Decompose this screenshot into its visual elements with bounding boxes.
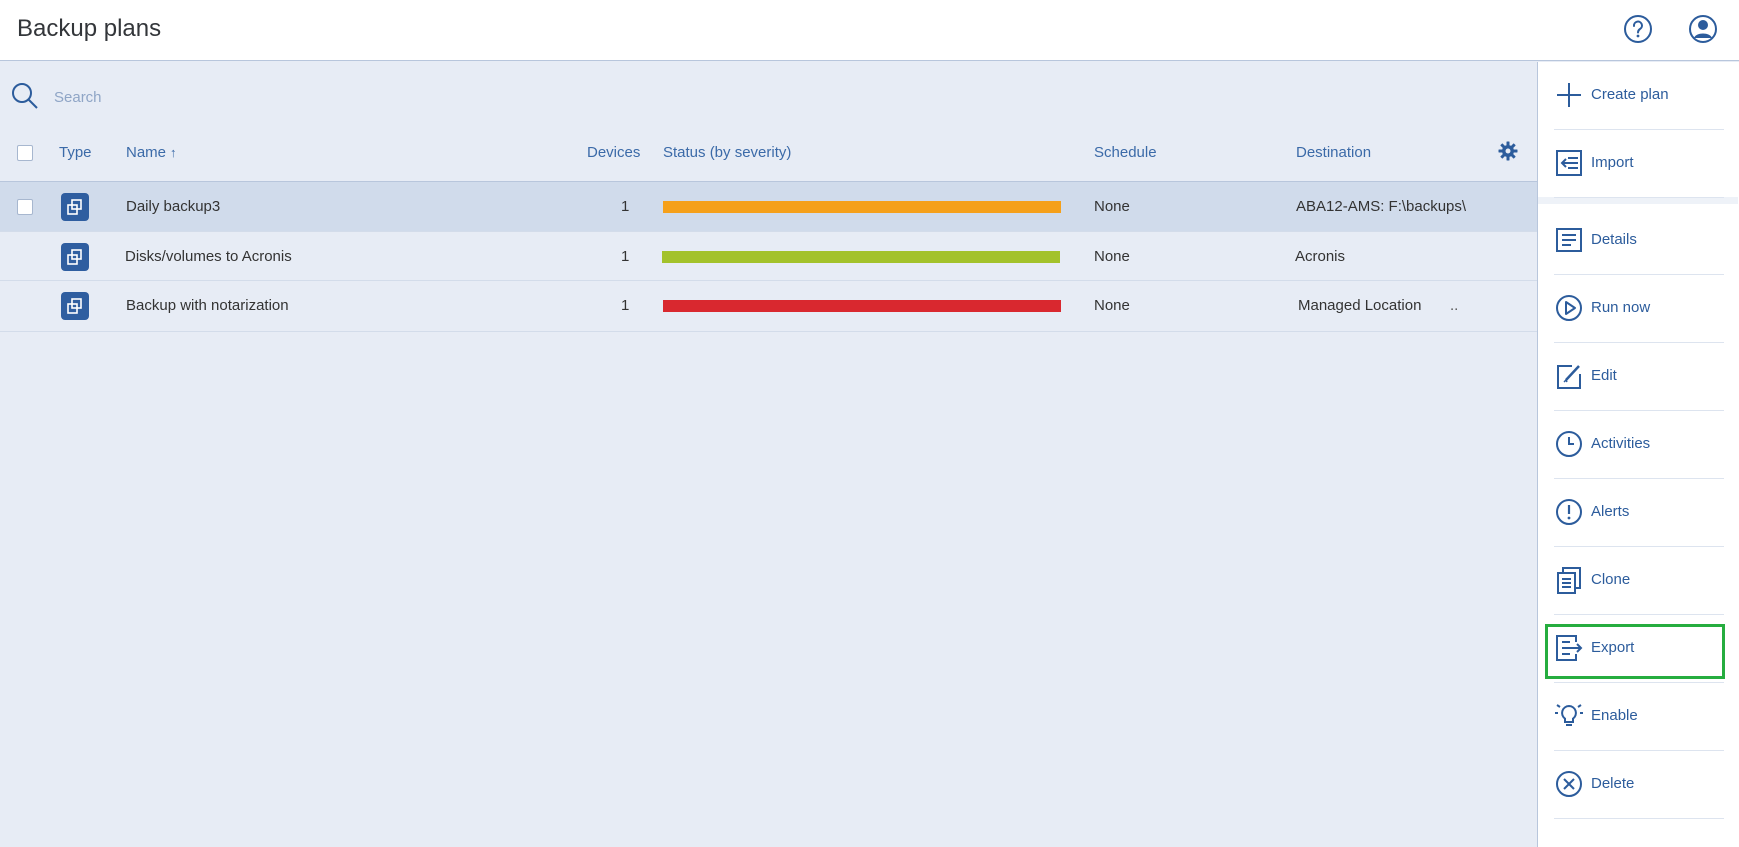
plan-destination: Acronis (1295, 248, 1346, 265)
backup-plan-type-icon (61, 292, 89, 320)
status-bar (663, 201, 1061, 213)
plan-devices: 1 (621, 297, 630, 314)
action-label: Details (1591, 231, 1637, 248)
plan-destination: Managed Location (1298, 297, 1422, 314)
create-plan-button[interactable]: Create plan (1554, 62, 1724, 130)
column-header-name-label: Name (126, 144, 167, 161)
clone-button[interactable]: Clone (1554, 547, 1724, 615)
search-input[interactable] (52, 82, 456, 112)
table-row[interactable]: Disks/volumes to Acronis 1 None Acronis (0, 232, 1537, 281)
plan-name[interactable]: Backup with notarization (126, 297, 289, 314)
edit-button[interactable]: Edit (1554, 343, 1724, 411)
table-header: Type Name ↑ Devices Status (by severity) … (0, 140, 1537, 167)
table-row[interactable]: Backup with notarization 1 None Managed … (0, 281, 1537, 332)
action-label: Alerts (1591, 503, 1630, 520)
column-header-type[interactable]: Type (59, 144, 92, 161)
action-label: Enable (1591, 707, 1638, 724)
delete-button[interactable]: Delete (1554, 751, 1724, 819)
action-label: Activities (1591, 435, 1651, 452)
plus-icon (1557, 83, 1581, 107)
play-icon (1556, 295, 1582, 321)
activities-button[interactable]: Activities (1554, 411, 1724, 479)
column-header-name[interactable]: Name ↑ (126, 144, 177, 161)
delete-icon (1556, 771, 1582, 797)
run-now-button[interactable]: Run now (1554, 275, 1724, 343)
action-label: Edit (1591, 367, 1617, 384)
top-bar: Backup plans (0, 0, 1739, 61)
action-label: Create plan (1591, 86, 1669, 103)
import-button[interactable]: Import (1554, 130, 1724, 198)
clone-icon (1557, 567, 1581, 594)
column-header-schedule[interactable]: Schedule (1094, 144, 1157, 161)
plan-devices: 1 (621, 198, 630, 215)
column-header-destination[interactable]: Destination (1296, 144, 1371, 161)
import-icon (1556, 150, 1582, 176)
alert-icon (1556, 499, 1582, 525)
column-header-devices[interactable]: Devices (587, 144, 640, 161)
help-icon[interactable] (1623, 14, 1653, 44)
status-bar (662, 251, 1060, 263)
gear-icon[interactable] (1498, 141, 1518, 161)
actions-panel: Create plan Import Details Run now Edit … (1537, 62, 1739, 847)
action-label: Import (1591, 154, 1634, 171)
backup-plan-type-icon (61, 193, 89, 221)
select-all-checkbox[interactable] (17, 145, 33, 161)
destination-more-indicator: .. (1450, 297, 1459, 314)
plan-schedule: None (1094, 198, 1130, 215)
alerts-button[interactable]: Alerts (1554, 479, 1724, 547)
action-label: Delete (1591, 775, 1635, 792)
row-checkbox[interactable] (17, 199, 33, 215)
plan-devices: 1 (621, 248, 630, 265)
plan-name[interactable]: Disks/volumes to Acronis (125, 248, 292, 265)
backup-plan-type-icon (61, 243, 89, 271)
enable-button[interactable]: Enable (1554, 683, 1724, 751)
status-bar (663, 300, 1061, 312)
export-highlight-frame (1545, 624, 1725, 679)
panel-separator (1538, 197, 1738, 204)
plan-schedule: None (1094, 297, 1130, 314)
column-header-status[interactable]: Status (by severity) (663, 144, 791, 161)
plan-destination: ABA12-AMS: F:\backups\ (1296, 198, 1467, 215)
clock-icon (1556, 431, 1582, 457)
edit-icon (1557, 365, 1581, 389)
search-icon (12, 83, 38, 109)
action-label: Clone (1591, 571, 1631, 588)
user-account-icon[interactable] (1688, 14, 1718, 44)
plan-name[interactable]: Daily backup3 (126, 198, 220, 215)
details-button[interactable]: Details (1554, 207, 1724, 275)
bulb-icon (1555, 704, 1583, 726)
plan-schedule: None (1094, 248, 1130, 265)
main-content: Type Name↑ Devices Status (by severity) … (0, 62, 1537, 847)
action-label: Run now (1591, 299, 1651, 316)
details-icon (1556, 228, 1582, 252)
page-title: Backup plans (17, 15, 162, 42)
table-row[interactable]: Daily backup3 1 None ABA12-AMS: F:\backu… (0, 181, 1537, 232)
sort-ascending-icon: ↑ (170, 145, 177, 160)
